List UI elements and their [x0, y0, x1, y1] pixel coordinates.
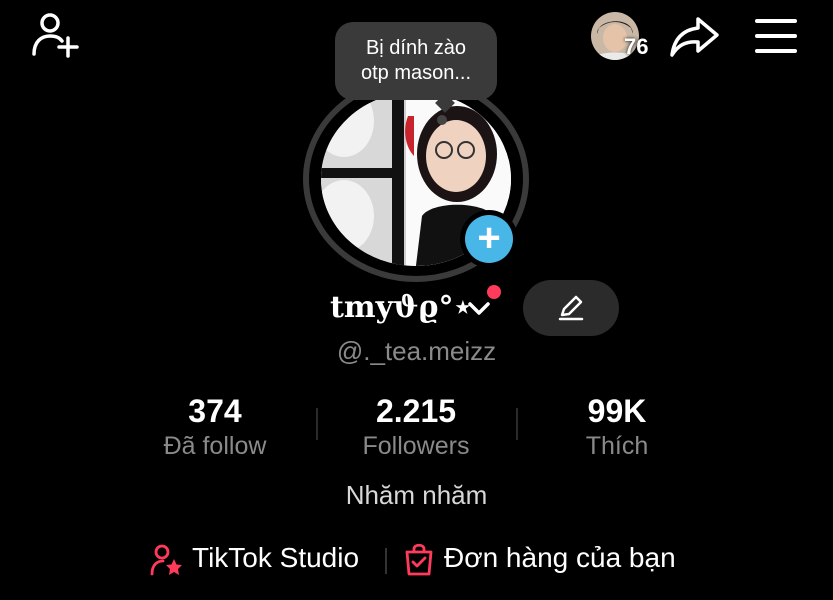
stat-label: Followers [362, 432, 470, 460]
stat-following[interactable]: 374 Đã follow [115, 392, 315, 462]
share-icon [670, 17, 719, 57]
chevron-down-icon [468, 302, 490, 315]
shopping-bag-icon [405, 543, 433, 576]
note-text-line2: otp mason... [360, 62, 472, 84]
stat-label: Thích [585, 432, 649, 460]
stat-likes[interactable]: 99K Thích [517, 392, 717, 462]
note-text: Bị dính zào otp mason... [335, 36, 497, 86]
your-orders-label: Đơn hàng của bạn [444, 542, 676, 573]
links-divider [385, 548, 387, 574]
menu-icon [755, 19, 797, 53]
friends-count-badge: 76 [624, 34, 649, 59]
stat-value: 2.215 [375, 393, 457, 429]
display-name: tmyϑϱ°⋆ [330, 290, 473, 325]
notification-dot [487, 285, 501, 299]
creator-star-icon [150, 544, 182, 576]
plus-icon: + [465, 215, 513, 263]
menu-button[interactable] [753, 17, 799, 55]
note-dot [437, 115, 447, 125]
add-story-button[interactable]: + [460, 210, 518, 268]
stat-label: Đã follow [163, 432, 267, 460]
add-friend-button[interactable] [30, 12, 82, 58]
stat-followers[interactable]: 2.215 Followers [316, 392, 516, 462]
share-button[interactable] [668, 14, 722, 60]
note-text-line1: Bị dính zào [365, 37, 467, 59]
pencil-icon [558, 295, 584, 321]
stat-value: 374 [188, 393, 242, 429]
edit-profile-button[interactable] [523, 280, 619, 336]
stat-value: 99K [587, 393, 647, 429]
tiktok-studio-label: TikTok Studio [192, 542, 360, 573]
add-friend-icon [32, 13, 79, 58]
bio-text: Nhăm nhăm [345, 480, 488, 510]
username: @._tea.meizz [336, 336, 497, 366]
note-bubble[interactable]: Bị dính zào otp mason... [335, 22, 497, 100]
account-switch-button[interactable] [466, 296, 492, 320]
